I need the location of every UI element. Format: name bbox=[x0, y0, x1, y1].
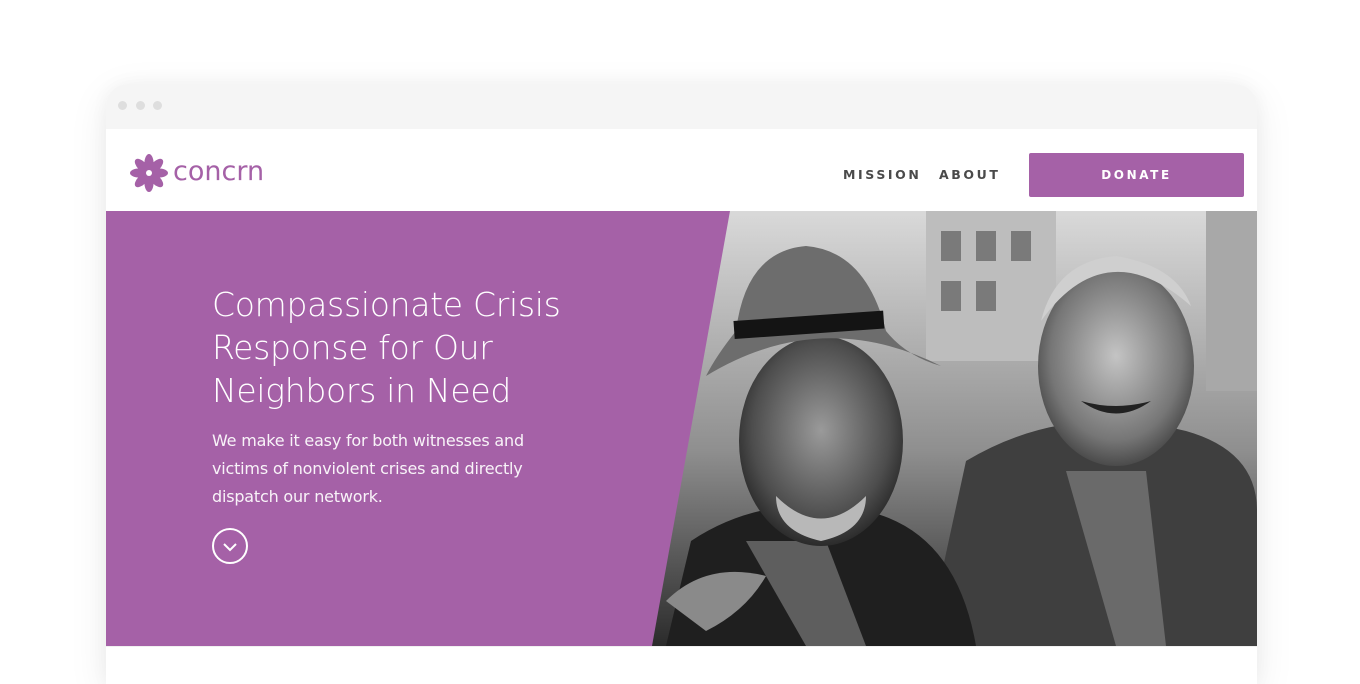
hero-title: Compassionate Crisis Response for Our Ne… bbox=[212, 285, 561, 410]
window-dot-minimize bbox=[136, 101, 145, 110]
window-dot-maximize bbox=[153, 101, 162, 110]
scroll-down-button[interactable] bbox=[212, 528, 248, 564]
flower-logo-icon bbox=[129, 153, 169, 193]
hero-section: Compassionate Crisis Response for Our Ne… bbox=[106, 211, 1257, 646]
brand-name: concrn bbox=[173, 155, 265, 187]
browser-window: concrn MISSION ABOUT DONATE Compassionat… bbox=[106, 84, 1257, 684]
nav-link-about[interactable]: ABOUT bbox=[939, 167, 1001, 182]
window-chrome bbox=[106, 84, 1257, 129]
hero-subtitle: We make it easy for both witnesses and v… bbox=[212, 431, 524, 506]
brand-logo[interactable]: concrn bbox=[129, 153, 264, 193]
window-dot-close bbox=[118, 101, 127, 110]
nav-link-mission[interactable]: MISSION bbox=[843, 167, 921, 182]
site-header: concrn MISSION ABOUT DONATE bbox=[106, 129, 1257, 211]
next-section-edge bbox=[106, 646, 1257, 684]
chevron-down-icon bbox=[222, 537, 238, 556]
donate-button[interactable]: DONATE bbox=[1029, 153, 1244, 197]
